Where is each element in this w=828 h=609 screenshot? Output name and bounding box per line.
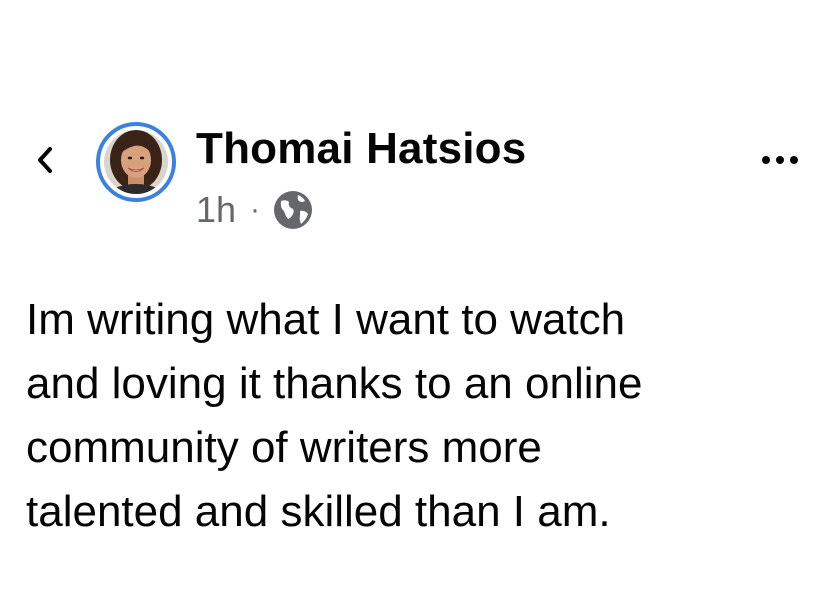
more-options-button[interactable] [758, 148, 802, 172]
more-horizontal-icon [762, 156, 798, 164]
post-meta: 1h · [196, 188, 314, 232]
profile-photo [104, 130, 168, 194]
post-line: talented and skilled than I am. [26, 487, 611, 536]
post-timestamp[interactable]: 1h [196, 189, 236, 231]
post-line: and loving it thanks to an online [26, 359, 643, 408]
post-page: Thomai Hatsios 1h · Im writing what I wa… [0, 0, 828, 609]
post-header: Thomai Hatsios 1h · [0, 118, 828, 238]
avatar[interactable] [96, 122, 176, 202]
post-line: Im writing what I want to watch [26, 295, 626, 344]
post-line: community of writers more [26, 423, 542, 472]
post-body: Im writing what I want to watch and lovi… [26, 288, 806, 544]
back-button[interactable] [30, 140, 60, 180]
chevron-left-icon [38, 147, 52, 173]
globe-icon[interactable] [272, 189, 314, 231]
meta-separator: · [250, 193, 261, 226]
author-name[interactable]: Thomai Hatsios [196, 124, 526, 174]
